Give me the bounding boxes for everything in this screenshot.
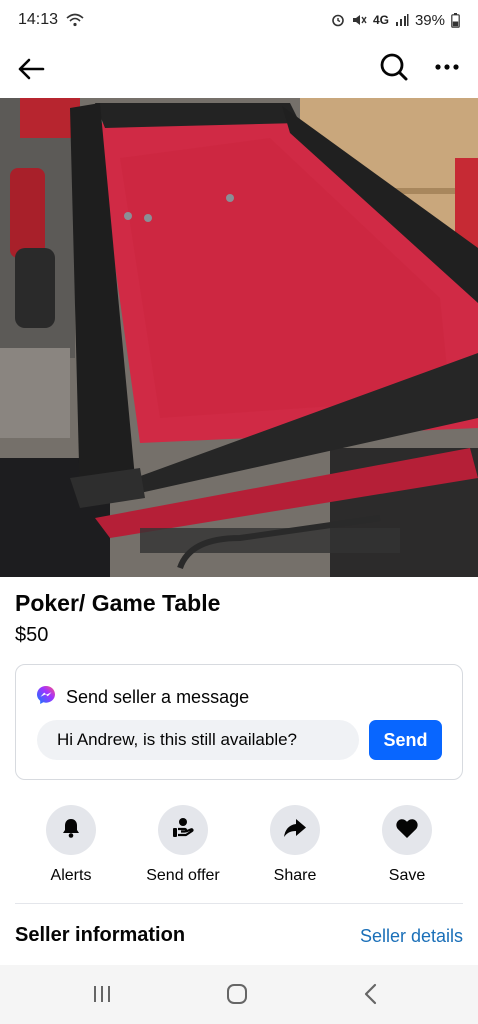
status-time: 14:13 <box>18 11 59 28</box>
listing-photo[interactable] <box>0 98 478 577</box>
battery-percent: 39% <box>414 11 445 29</box>
action-row: Alerts Send offer Share Save <box>0 805 478 885</box>
share-circle[interactable] <box>270 805 320 855</box>
signal-icon <box>395 13 409 27</box>
share-button[interactable]: Share <box>245 805 345 885</box>
divider <box>15 903 463 904</box>
messenger-icon <box>36 685 56 710</box>
listing-title: Poker/ Game Table <box>15 590 221 616</box>
home-icon[interactable] <box>222 979 252 1009</box>
alerts-label: Alerts <box>50 867 92 884</box>
network-label: 4G <box>372 13 389 27</box>
send-offer-label: Send offer <box>146 867 220 884</box>
search-icon[interactable] <box>375 48 413 86</box>
wifi-icon <box>66 13 84 27</box>
message-header: Send seller a message <box>36 685 249 710</box>
save-circle[interactable] <box>382 805 432 855</box>
app-bar <box>0 40 478 98</box>
save-label: Save <box>388 867 426 884</box>
back-arrow-icon[interactable] <box>14 52 48 86</box>
message-input[interactable]: Hi Andrew, is this still available? <box>37 720 359 760</box>
seller-details-link[interactable]: Seller details <box>360 926 463 947</box>
hand-coin-icon <box>171 816 195 845</box>
alerts-circle[interactable] <box>46 805 96 855</box>
alerts-button[interactable]: Alerts <box>21 805 121 885</box>
alarm-icon <box>331 13 345 27</box>
send-button[interactable]: Send <box>369 720 442 760</box>
status-bar: 14:13 4G 39% <box>0 0 478 40</box>
battery-icon <box>451 12 460 28</box>
heart-icon <box>395 817 419 844</box>
bell-icon <box>60 817 82 844</box>
recent-apps-icon[interactable] <box>87 979 117 1009</box>
share-arrow-icon <box>283 817 307 844</box>
system-back-icon[interactable] <box>356 979 386 1009</box>
more-icon[interactable] <box>430 50 464 84</box>
save-button[interactable]: Save <box>357 805 457 885</box>
mute-icon <box>351 13 367 27</box>
message-header-label: Send seller a message <box>66 687 250 707</box>
send-offer-button[interactable]: Send offer <box>133 805 233 885</box>
message-card: Send seller a message Hi Andrew, is this… <box>15 664 463 780</box>
send-offer-circle[interactable] <box>158 805 208 855</box>
listing-price: $50 <box>15 624 49 646</box>
seller-info-heading: Seller information <box>15 924 186 946</box>
system-nav-bar <box>0 965 478 1024</box>
share-label: Share <box>273 867 317 884</box>
